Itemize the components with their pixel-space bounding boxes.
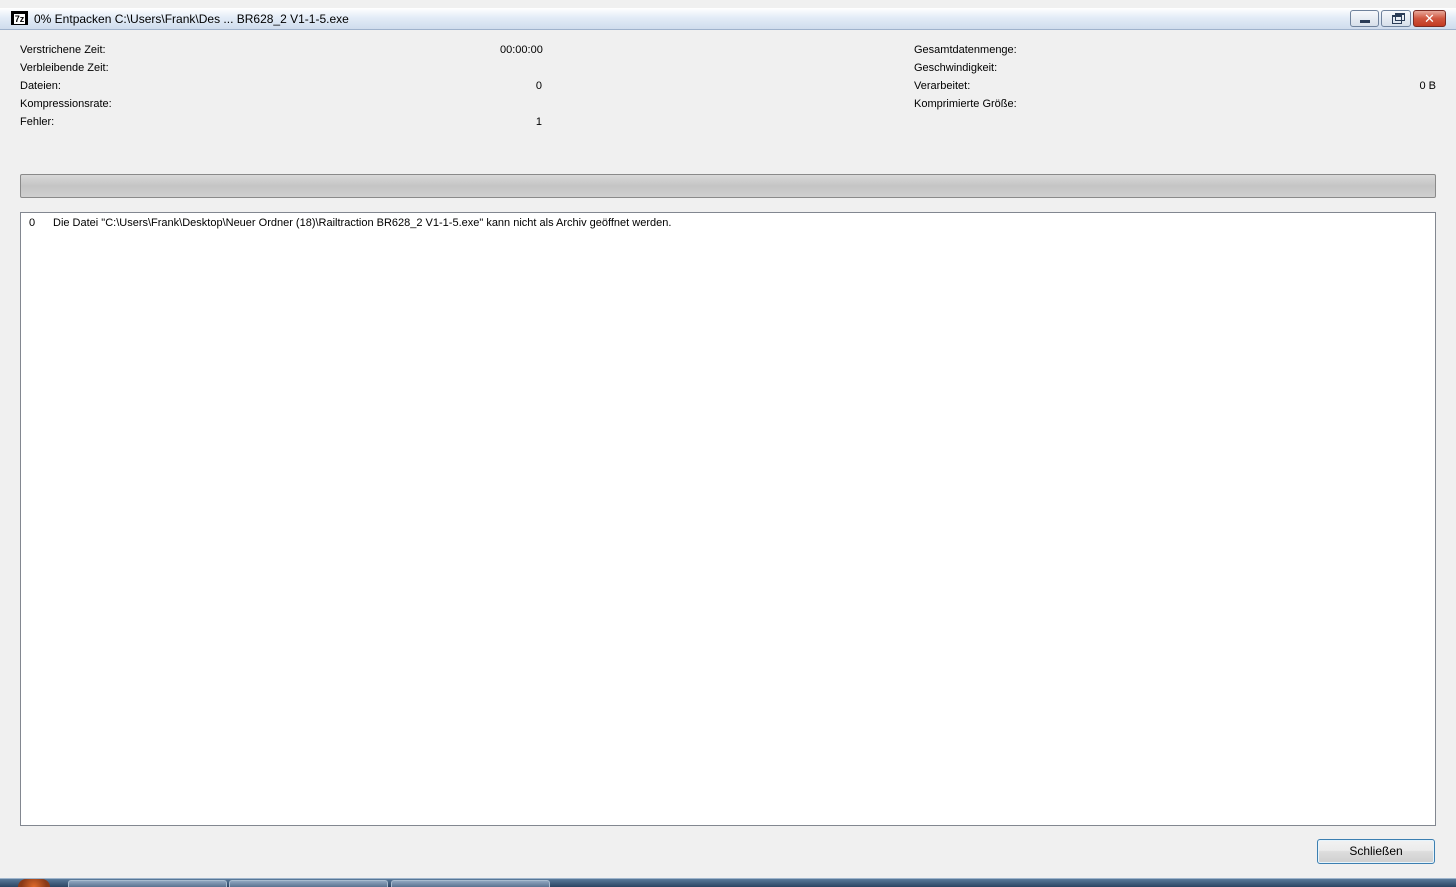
- message-list[interactable]: 0 Die Datei "C:\Users\Frank\Desktop\Neue…: [20, 212, 1436, 826]
- 7zip-app-icon: 7z: [11, 11, 28, 25]
- restore-icon: [1382, 11, 1410, 26]
- close-button[interactable]: Schließen: [1317, 839, 1435, 864]
- stat-value-elapsed: 00:00:00: [500, 44, 543, 56]
- stat-value-processed: 0 B: [1419, 80, 1436, 92]
- stat-value-files: 0: [535, 80, 542, 92]
- list-item[interactable]: 0 Die Datei "C:\Users\Frank\Desktop\Neue…: [21, 217, 1435, 231]
- minimize-icon: [1351, 11, 1378, 26]
- stat-value-errors: 1: [535, 116, 542, 128]
- close-window-button[interactable]: ✕: [1413, 10, 1446, 27]
- stat-label-processed: Verarbeitet:: [914, 80, 971, 92]
- stat-label-compression-ratio: Kompressionsrate:: [20, 98, 112, 110]
- close-icon: ✕: [1424, 11, 1435, 26]
- stat-label-total-size: Gesamtdatenmenge:: [914, 44, 1017, 56]
- stat-label-remaining: Verbleibende Zeit:: [20, 62, 109, 74]
- title-bar[interactable]: 7z 0% Entpacken C:\Users\Frank\Des ... B…: [0, 8, 1456, 30]
- extract-progress-dialog: 7z 0% Entpacken C:\Users\Frank\Des ... B…: [0, 0, 1456, 878]
- message-text: Die Datei "C:\Users\Frank\Desktop\Neuer …: [53, 217, 672, 229]
- stat-label-elapsed: Verstrichene Zeit:: [20, 44, 106, 56]
- message-index: 0: [29, 217, 36, 229]
- progress-bar: [20, 174, 1436, 198]
- stat-label-errors: Fehler:: [20, 116, 55, 128]
- restore-button[interactable]: [1381, 10, 1411, 27]
- stat-label-speed: Geschwindigkeit:: [914, 62, 998, 74]
- stat-label-compressed-size: Komprimierte Größe:: [914, 98, 1017, 110]
- minimize-button[interactable]: [1350, 10, 1379, 27]
- stat-label-files: Dateien:: [20, 80, 61, 92]
- window-title: 0% Entpacken C:\Users\Frank\Des ... BR62…: [34, 12, 349, 26]
